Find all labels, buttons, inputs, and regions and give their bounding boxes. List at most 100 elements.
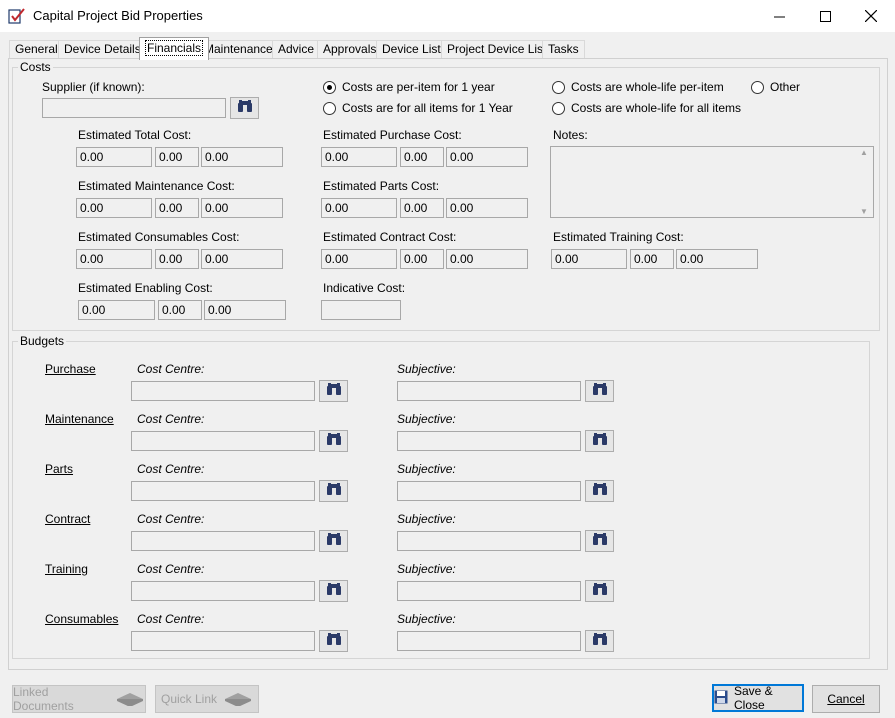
contract-cost-field-1[interactable]: 0.00 <box>321 249 397 269</box>
radio-label: Costs are whole-life per-item <box>571 80 724 94</box>
parts-cost-field-1[interactable]: 0.00 <box>321 198 397 218</box>
training-cost-field-1[interactable]: 0.00 <box>551 249 627 269</box>
contract-cost-field-2[interactable]: 0.00 <box>400 249 444 269</box>
budget-training-cost-centre-input[interactable] <box>131 581 315 601</box>
budget-purchase-cost-centre-input[interactable] <box>131 381 315 401</box>
purchase-cost-field-1[interactable]: 0.00 <box>321 147 397 167</box>
budget-parts-cost-centre-search-button[interactable] <box>319 480 348 502</box>
training-cost-field-2[interactable]: 0.00 <box>630 249 674 269</box>
contract-cost-field-3[interactable]: 0.00 <box>446 249 528 269</box>
radio-label: Other <box>770 80 801 94</box>
tab-device-list[interactable]: Device List <box>376 40 447 59</box>
consumables-cost-field-3[interactable]: 0.00 <box>201 249 283 269</box>
budget-contract-subjective-input[interactable] <box>397 531 581 551</box>
budget-training-cost-centre-label: Cost Centre: <box>137 562 205 576</box>
radio-other[interactable]: Other <box>751 80 800 94</box>
total-cost-field-3[interactable]: 0.00 <box>201 147 283 167</box>
enabling-cost-field-3[interactable]: 0.00 <box>204 300 286 320</box>
tab-maintenance[interactable]: Maintenance <box>198 40 279 59</box>
tab-financials[interactable]: Financials <box>139 37 210 60</box>
budget-consumables-subjective-search-button[interactable] <box>585 630 614 652</box>
budget-training-cost-centre-search-button[interactable] <box>319 580 348 602</box>
maintenance-cost-field-3[interactable]: 0.00 <box>201 198 283 218</box>
budget-contract-cost-centre-input[interactable] <box>131 531 315 551</box>
enabling-cost-field-2[interactable]: 0.00 <box>158 300 202 320</box>
parts-cost-field-2[interactable]: 0.00 <box>400 198 444 218</box>
budget-purchase-cost-centre-search-button[interactable] <box>319 380 348 402</box>
budget-contract-cost-centre-search-button[interactable] <box>319 530 348 552</box>
scroll-down-icon[interactable]: ▼ <box>860 207 868 216</box>
budget-contract-subjective-label: Subjective: <box>397 512 456 526</box>
maintenance-cost-label: Estimated Maintenance Cost: <box>78 179 235 193</box>
budget-training-subjective-input[interactable] <box>397 581 581 601</box>
tab-project-device-list[interactable]: Project Device List <box>441 40 553 59</box>
budget-parts-subjective-input[interactable] <box>397 481 581 501</box>
tab-tasks[interactable]: Tasks <box>542 40 585 59</box>
radio-whole-life-all-items[interactable]: Costs are whole-life for all items <box>552 101 741 115</box>
tab-label: General <box>15 42 58 56</box>
tab-approvals[interactable]: Approvals <box>317 40 383 59</box>
purchase-cost-field-3[interactable]: 0.00 <box>446 147 528 167</box>
budget-purchase-subjective-input[interactable] <box>397 381 581 401</box>
budget-maintenance-cost-centre-search-button[interactable] <box>319 430 348 452</box>
budget-maintenance-subjective-input[interactable] <box>397 431 581 451</box>
indicative-cost-field[interactable] <box>321 300 401 320</box>
binoculars-icon <box>592 383 608 399</box>
save-icon <box>714 690 728 707</box>
notes-textarea[interactable]: ▲ ▼ <box>550 146 874 218</box>
maximize-button[interactable] <box>802 0 848 32</box>
close-button[interactable] <box>848 0 894 32</box>
linked-documents-button[interactable]: Linked Documents <box>12 685 146 713</box>
cancel-button[interactable]: Cancel <box>812 685 880 713</box>
budget-purchase-link[interactable]: Purchase <box>45 362 96 376</box>
scroll-up-icon[interactable]: ▲ <box>860 148 868 157</box>
budget-maintenance-cost-centre-input[interactable] <box>131 431 315 451</box>
purchase-cost-field-2[interactable]: 0.00 <box>400 147 444 167</box>
minimize-button[interactable] <box>756 0 802 32</box>
budget-contract-cost-centre-label: Cost Centre: <box>137 512 205 526</box>
tab-advice[interactable]: Advice <box>272 40 321 59</box>
radio-all-items-1-year[interactable]: Costs are for all items for 1 Year <box>323 101 513 115</box>
enabling-cost-field-1[interactable]: 0.00 <box>78 300 155 320</box>
costs-group-title: Costs <box>18 60 53 74</box>
notes-scrollbar[interactable]: ▲ ▼ <box>856 148 872 216</box>
training-cost-label: Estimated Training Cost: <box>553 230 684 244</box>
budget-parts-subjective-search-button[interactable] <box>585 480 614 502</box>
budget-parts-cost-centre-input[interactable] <box>131 481 315 501</box>
total-cost-field-1[interactable]: 0.00 <box>76 147 152 167</box>
supplier-input[interactable] <box>42 98 226 118</box>
budget-maintenance-subjective-search-button[interactable] <box>585 430 614 452</box>
radio-whole-life-per-item[interactable]: Costs are whole-life per-item <box>552 80 724 94</box>
budget-consumables-subjective-input[interactable] <box>397 631 581 651</box>
radio-indicator <box>323 80 336 94</box>
save-close-button[interactable]: Save & Close <box>712 684 804 712</box>
quick-link-button[interactable]: Quick Link <box>155 685 259 713</box>
tab-device-details[interactable]: Device Details <box>58 40 147 59</box>
consumables-cost-field-1[interactable]: 0.00 <box>76 249 152 269</box>
tab-general[interactable]: General <box>9 40 64 59</box>
consumables-cost-label: Estimated Consumables Cost: <box>78 230 240 244</box>
training-cost-field-3[interactable]: 0.00 <box>676 249 758 269</box>
budget-contract-subjective-search-button[interactable] <box>585 530 614 552</box>
budget-consumables-cost-centre-input[interactable] <box>131 631 315 651</box>
consumables-cost-field-2[interactable]: 0.00 <box>155 249 199 269</box>
total-cost-field-2[interactable]: 0.00 <box>155 147 199 167</box>
budget-consumables-link[interactable]: Consumables <box>45 612 118 626</box>
binoculars-icon <box>326 433 342 449</box>
maintenance-cost-field-1[interactable]: 0.00 <box>76 198 152 218</box>
budget-contract-link[interactable]: Contract <box>45 512 90 526</box>
radio-label: Costs are per-item for 1 year <box>342 80 495 94</box>
budget-maintenance-link[interactable]: Maintenance <box>45 412 114 426</box>
budget-maintenance-cost-centre-label: Cost Centre: <box>137 412 205 426</box>
budget-purchase-subjective-label: Subjective: <box>397 362 456 376</box>
maintenance-cost-field-2[interactable]: 0.00 <box>155 198 199 218</box>
budget-training-subjective-search-button[interactable] <box>585 580 614 602</box>
budget-consumables-cost-centre-search-button[interactable] <box>319 630 348 652</box>
budget-training-link[interactable]: Training <box>45 562 88 576</box>
purchase-cost-label: Estimated Purchase Cost: <box>323 128 462 142</box>
radio-per-item-1-year[interactable]: Costs are per-item for 1 year <box>323 80 495 94</box>
budget-purchase-subjective-search-button[interactable] <box>585 380 614 402</box>
supplier-search-button[interactable] <box>230 97 259 119</box>
parts-cost-field-3[interactable]: 0.00 <box>446 198 528 218</box>
budget-parts-link[interactable]: Parts <box>45 462 73 476</box>
